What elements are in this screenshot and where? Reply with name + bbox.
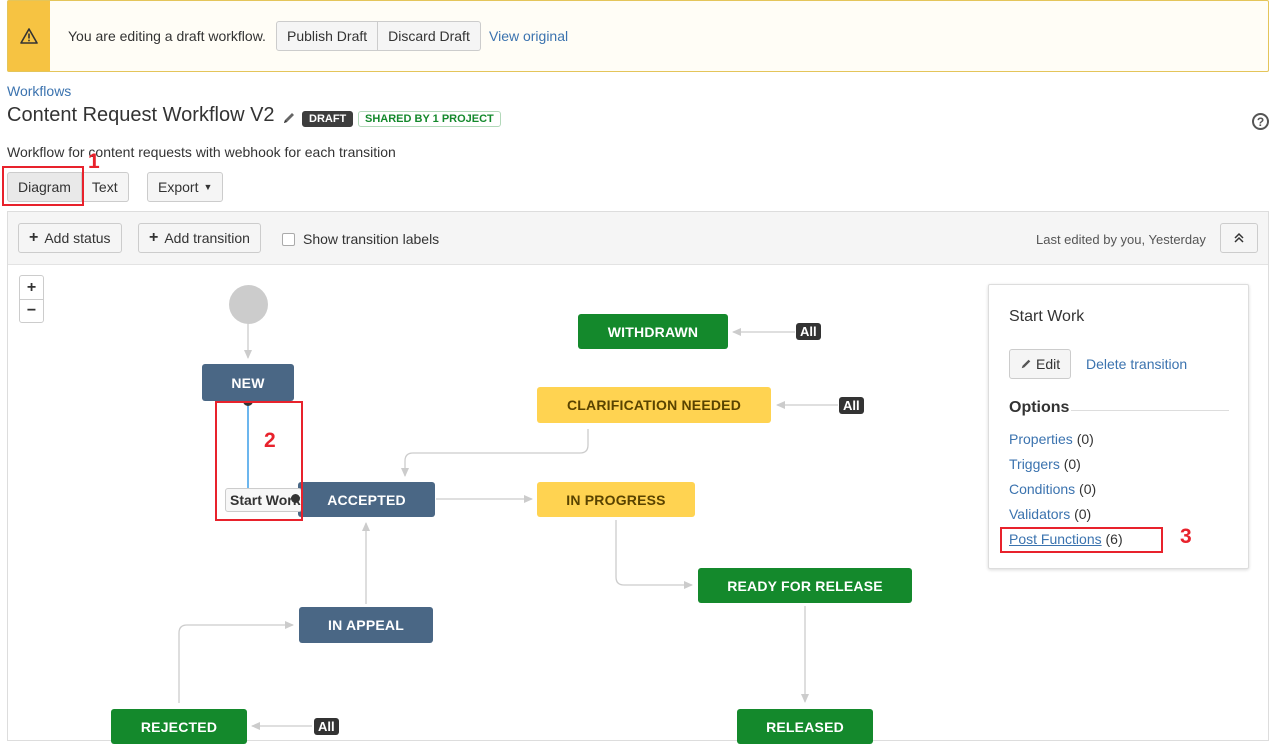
option-validators: Validators (0): [1009, 506, 1091, 522]
zoom-in-button[interactable]: +: [20, 276, 43, 299]
text-tab[interactable]: Text: [81, 172, 129, 202]
plus-icon: +: [29, 229, 39, 246]
pencil-icon: [1021, 359, 1031, 369]
panel-title: Start Work: [1009, 308, 1085, 325]
conditions-link[interactable]: Conditions: [1009, 481, 1075, 497]
initial-state-circle: [229, 285, 268, 324]
status-withdrawn[interactable]: WITHDRAWN: [578, 314, 728, 349]
page-title: Content Request Workflow V2: [7, 104, 275, 126]
option-count: (0): [1063, 456, 1081, 472]
option-conditions: Conditions (0): [1009, 481, 1096, 497]
draft-badge: DRAFT: [302, 111, 354, 127]
add-transition-label: Add transition: [164, 230, 250, 246]
option-count: (0): [1074, 506, 1092, 522]
shared-projects-badge[interactable]: SHARED BY 1 PROJECT: [358, 111, 501, 127]
annotation-box-2: [215, 401, 303, 521]
global-transition-tag[interactable]: All: [796, 323, 821, 340]
add-status-label: Add status: [44, 230, 111, 246]
show-transition-labels-toggle[interactable]: Show transition labels: [282, 231, 439, 247]
collapse-header-button[interactable]: [1220, 223, 1258, 253]
status-rejected[interactable]: REJECTED: [111, 709, 247, 744]
last-edited-text: Last edited by you, Yesterday: [1036, 232, 1206, 247]
plus-icon: +: [149, 229, 159, 246]
status-accepted[interactable]: ACCEPTED: [298, 482, 435, 517]
publish-draft-button[interactable]: Publish Draft: [276, 21, 379, 51]
pencil-icon[interactable]: [282, 111, 296, 128]
draft-message: You are editing a draft workflow.: [68, 28, 266, 44]
zoom-controls: + −: [19, 275, 44, 323]
double-chevron-up-icon: [1234, 232, 1244, 243]
add-transition-button[interactable]: + Add transition: [138, 223, 261, 253]
option-count: (0): [1076, 431, 1094, 447]
edit-label: Edit: [1036, 356, 1061, 372]
show-labels-text: Show transition labels: [303, 231, 440, 247]
edit-transition-button[interactable]: Edit: [1009, 349, 1072, 379]
view-original-link[interactable]: View original: [489, 28, 568, 44]
annotation-number-1: 1: [88, 150, 100, 173]
status-released[interactable]: RELEASED: [737, 709, 873, 744]
annotation-box-3: [1000, 527, 1163, 553]
export-dropdown-button[interactable]: Export ▼: [147, 172, 224, 202]
caret-down-icon: ▼: [203, 182, 213, 192]
option-triggers: Triggers (0): [1009, 456, 1081, 472]
workflow-description: Workflow for content requests with webho…: [7, 144, 396, 160]
add-status-button[interactable]: + Add status: [18, 223, 122, 253]
status-in-progress[interactable]: IN PROGRESS: [537, 482, 695, 517]
global-transition-tag[interactable]: All: [314, 718, 339, 735]
export-label: Export: [158, 179, 199, 195]
zoom-out-button[interactable]: −: [20, 299, 43, 322]
show-labels-checkbox[interactable]: [282, 232, 295, 246]
properties-link[interactable]: Properties: [1009, 431, 1073, 447]
status-ready-for-release[interactable]: READY FOR RELEASE: [698, 568, 912, 603]
discard-draft-button[interactable]: Discard Draft: [378, 21, 481, 51]
annotation-number-2: 2: [264, 429, 276, 452]
triggers-link[interactable]: Triggers: [1009, 456, 1060, 472]
draft-actions: Publish Draft Discard Draft: [276, 21, 481, 51]
help-icon[interactable]: ?: [1252, 113, 1269, 130]
status-new[interactable]: NEW: [202, 364, 294, 401]
breadcrumb-workflows[interactable]: Workflows: [7, 83, 71, 99]
annotation-box-1: [2, 166, 84, 206]
status-in-appeal[interactable]: IN APPEAL: [299, 607, 433, 643]
warning-icon: [8, 1, 50, 71]
annotation-number-3: 3: [1180, 525, 1192, 548]
status-clarification-needed[interactable]: CLARIFICATION NEEDED: [537, 387, 771, 423]
validators-link[interactable]: Validators: [1009, 506, 1070, 522]
options-heading: Options: [1009, 399, 1070, 416]
global-transition-tag[interactable]: All: [839, 397, 864, 414]
delete-transition-link[interactable]: Delete transition: [1086, 356, 1187, 372]
designer-toolbar: + Add status + Add transition Show trans…: [8, 212, 1268, 265]
draft-banner: You are editing a draft workflow. Publis…: [7, 0, 1269, 72]
option-count: (0): [1079, 481, 1097, 497]
option-properties: Properties (0): [1009, 431, 1094, 447]
options-divider: [1071, 410, 1229, 411]
